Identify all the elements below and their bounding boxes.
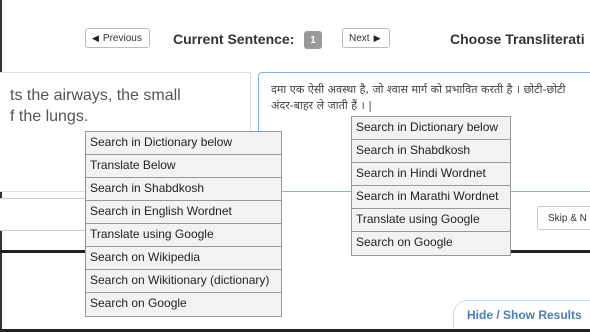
caret-left-icon: ◀ (92, 32, 99, 43)
menu-item-search-dictionary[interactable]: Search in Dictionary below (352, 117, 510, 140)
divider-line (500, 250, 590, 253)
menu-item-search-shabdkosh[interactable]: Search in Shabdkosh (352, 140, 510, 163)
menu-item-search-google[interactable]: Search on Google (86, 293, 281, 316)
previous-label: Previous (102, 32, 142, 44)
choose-transliteration-heading: Choose Transliterati (450, 31, 585, 47)
next-button[interactable]: Next ▶ (342, 28, 390, 48)
current-sentence-label: Current Sentence: (173, 31, 295, 47)
menu-item-search-wikipedia[interactable]: Search on Wikipedia (86, 247, 281, 270)
menu-item-translate-google[interactable]: Translate using Google (86, 224, 281, 247)
caret-right-icon: ▶ (373, 32, 381, 43)
menu-item-search-marathi-wordnet[interactable]: Search in Marathi Wordnet (352, 186, 510, 209)
menu-item-search-shabdkosh[interactable]: Search in Shabdkosh (86, 178, 281, 201)
menu-item-search-google[interactable]: Search on Google (352, 232, 510, 255)
next-label: Next (349, 32, 370, 44)
hide-show-results-button[interactable]: Hide / Show Results (453, 300, 590, 328)
menu-item-search-english-wordnet[interactable]: Search in English Wordnet (86, 201, 281, 224)
source-text-line: f the lungs. (10, 108, 89, 125)
source-text-line: ts the airways, the small (10, 87, 181, 104)
menu-item-search-wikitionary[interactable]: Search on Wikitionary (dictionary) (86, 270, 281, 293)
lower-input-box[interactable] (0, 198, 95, 231)
previous-button[interactable]: ◀ Previous (85, 28, 150, 48)
menu-item-search-hindi-wordnet[interactable]: Search in Hindi Wordnet (352, 163, 510, 186)
target-text: दमा एक ऐसी अवस्था है, जो श्वास मार्ग को … (271, 82, 565, 114)
menu-item-search-dictionary[interactable]: Search in Dictionary below (86, 132, 281, 155)
target-text-line: अंदर-बाहर ले जाती हैं । | (271, 99, 372, 112)
target-text-line: दमा एक ऐसी अवस्था है, जो श्वास मार्ग को … (271, 83, 566, 96)
target-context-menu: Search in Dictionary below Search in Sha… (351, 116, 511, 256)
current-sentence-number: 1 (304, 31, 322, 49)
source-text: ts the airways, the small f the lungs. (10, 85, 181, 127)
menu-item-translate-below[interactable]: Translate Below (86, 155, 281, 178)
source-context-menu: Search in Dictionary below Translate Bel… (85, 131, 282, 317)
menu-item-translate-google[interactable]: Translate using Google (352, 209, 510, 232)
skip-next-button[interactable]: Skip & N (537, 206, 590, 230)
divider-line (0, 250, 95, 253)
